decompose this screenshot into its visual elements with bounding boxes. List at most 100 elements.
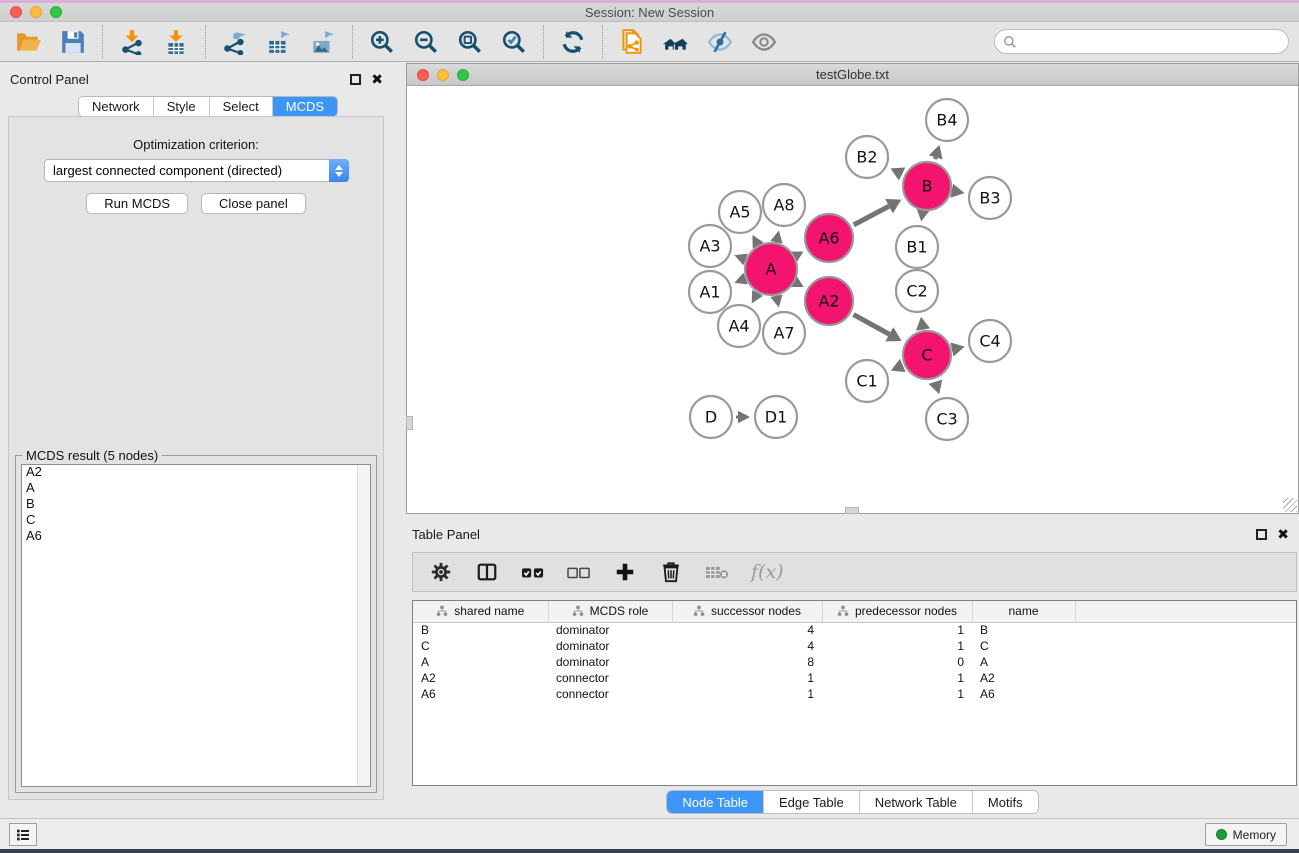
minimize-network-window-icon[interactable] xyxy=(437,69,449,81)
split-columns-icon[interactable] xyxy=(475,560,499,584)
export-table-icon[interactable] xyxy=(264,27,294,57)
search-input[interactable] xyxy=(1017,35,1288,49)
close-window-icon[interactable] xyxy=(10,6,22,18)
close-network-window-icon[interactable] xyxy=(417,69,429,81)
run-mcds-button[interactable]: Run MCDS xyxy=(86,193,188,214)
network-graph[interactable]: B4B2BB3A5A8A6A3AB1A1C2A2A4A7CC4C1C3DD1 xyxy=(407,86,1298,513)
bottom-grip-handle[interactable] xyxy=(845,507,859,514)
graph-edge[interactable] xyxy=(854,206,889,225)
list-icon xyxy=(15,827,31,843)
edge-arrowhead-icon xyxy=(929,145,943,160)
tab-network[interactable]: Network xyxy=(79,97,154,116)
deselect-all-checkboxes-icon[interactable] xyxy=(567,560,591,584)
delete-table-icon[interactable] xyxy=(705,560,729,584)
mcds-result-item[interactable]: A xyxy=(22,481,370,497)
tab-node-table[interactable]: Node Table xyxy=(667,791,764,813)
close-panel-button[interactable]: Close panel xyxy=(201,193,306,214)
table-row[interactable]: Bdominator41B xyxy=(413,622,1296,638)
tab-style[interactable]: Style xyxy=(154,97,210,116)
eye-icon[interactable] xyxy=(749,27,779,57)
graph-edge[interactable] xyxy=(854,315,890,335)
column-header[interactable]: name xyxy=(972,601,1075,622)
import-network-icon[interactable] xyxy=(117,27,147,57)
graph-node-label: A6 xyxy=(818,229,839,248)
import-table-icon[interactable] xyxy=(161,27,191,57)
network-window-titlebar[interactable]: testGlobe.txt xyxy=(407,64,1298,86)
control-panel: Control Panel ✖ Network Style Select MCD… xyxy=(0,62,391,818)
function-fx-icon[interactable]: f(x) xyxy=(751,560,784,584)
minimize-window-icon[interactable] xyxy=(30,6,42,18)
graph-node-label: A2 xyxy=(818,292,839,311)
table-tabs: Node Table Edge Table Network Table Moti… xyxy=(666,790,1038,814)
float-panel-icon[interactable] xyxy=(350,74,361,85)
mcds-result-list[interactable]: A2ABCA6 xyxy=(21,464,371,787)
save-floppy-icon[interactable] xyxy=(58,27,88,57)
control-panel-tabs: Network Style Select MCDS xyxy=(78,96,338,117)
column-header[interactable]: successor nodes xyxy=(672,601,822,622)
main-toolbar xyxy=(0,22,1299,62)
search-field[interactable] xyxy=(994,29,1289,54)
table-row[interactable]: Adominator80A xyxy=(413,654,1296,670)
table-row[interactable]: A2connector11A2 xyxy=(413,670,1296,686)
gear-icon[interactable] xyxy=(429,560,453,584)
left-grip-handle[interactable] xyxy=(406,416,413,430)
mcds-result-item[interactable]: C xyxy=(22,513,370,529)
traffic-lights xyxy=(10,6,62,18)
network-canvas[interactable]: B4B2BB3A5A8A6A3AB1A1C2A2A4A7CC4C1C3DD1 xyxy=(407,86,1298,513)
memory-status-icon xyxy=(1216,829,1227,840)
hide-eye-icon[interactable] xyxy=(705,27,735,57)
zoom-in-icon[interactable] xyxy=(367,27,397,57)
zoom-selected-icon[interactable] xyxy=(499,27,529,57)
select-all-checkboxes-icon[interactable] xyxy=(521,560,545,584)
tab-motifs[interactable]: Motifs xyxy=(973,791,1038,813)
graph-node-label: B xyxy=(922,177,933,196)
table-row[interactable]: A6connector11A6 xyxy=(413,686,1296,702)
trash-icon[interactable] xyxy=(659,560,683,584)
zoom-network-window-icon[interactable] xyxy=(457,69,469,81)
graph-edge[interactable] xyxy=(935,157,936,159)
column-header[interactable]: shared name xyxy=(413,601,548,622)
graph-node-label: C1 xyxy=(856,372,877,391)
houses-icon[interactable] xyxy=(661,27,691,57)
column-header[interactable]: predecessor nodes xyxy=(822,601,972,622)
desktop-strip-bottom xyxy=(0,849,1299,853)
network-file-icon[interactable] xyxy=(617,27,647,57)
mcds-result-item[interactable]: B xyxy=(22,497,370,513)
optimization-criterion-label: Optimization criterion: xyxy=(9,137,383,152)
graph-node-label: C2 xyxy=(906,282,927,301)
export-network-icon[interactable] xyxy=(220,27,250,57)
export-image-icon[interactable] xyxy=(308,27,338,57)
mcds-result-item[interactable]: A2 xyxy=(22,465,370,481)
close-table-panel-icon[interactable]: ✖ xyxy=(1277,529,1289,540)
table-toolbar: f(x) xyxy=(412,552,1297,592)
zoom-window-icon[interactable] xyxy=(50,6,62,18)
memory-button[interactable]: Memory xyxy=(1205,823,1287,846)
tab-select[interactable]: Select xyxy=(210,97,273,116)
float-table-panel-icon[interactable] xyxy=(1256,529,1267,540)
graph-node-label: A3 xyxy=(699,237,720,256)
zoom-fit-icon[interactable] xyxy=(455,27,485,57)
mcds-result-item[interactable]: A6 xyxy=(22,529,370,545)
table-panel-title: Table Panel xyxy=(412,527,480,542)
mcds-result-title: MCDS result (5 nodes) xyxy=(22,448,162,463)
graph-node-label: D1 xyxy=(765,408,788,427)
tab-edge-table[interactable]: Edge Table xyxy=(764,791,860,813)
refresh-icon[interactable] xyxy=(558,27,588,57)
task-history-button[interactable] xyxy=(9,823,37,846)
table-row[interactable]: Cdominator41C xyxy=(413,638,1296,654)
close-panel-icon[interactable]: ✖ xyxy=(371,74,383,85)
graph-node-label: C xyxy=(921,346,932,365)
window-resize-grip[interactable] xyxy=(1283,498,1297,512)
table-panel: Table Panel ✖ xyxy=(406,520,1299,817)
tab-network-table[interactable]: Network Table xyxy=(860,791,973,813)
column-header[interactable]: MCDS role xyxy=(548,601,672,622)
add-column-icon[interactable] xyxy=(613,560,637,584)
graph-node-label: B3 xyxy=(979,189,1000,208)
tab-mcds[interactable]: MCDS xyxy=(273,97,337,116)
zoom-out-icon[interactable] xyxy=(411,27,441,57)
result-scrollbar[interactable] xyxy=(357,465,370,786)
dropdown-stepper-icon xyxy=(329,159,349,182)
criterion-dropdown[interactable]: largest connected component (directed) xyxy=(44,159,349,182)
mcds-panel: Optimization criterion: largest connecte… xyxy=(8,116,384,800)
open-folder-icon[interactable] xyxy=(14,27,44,57)
